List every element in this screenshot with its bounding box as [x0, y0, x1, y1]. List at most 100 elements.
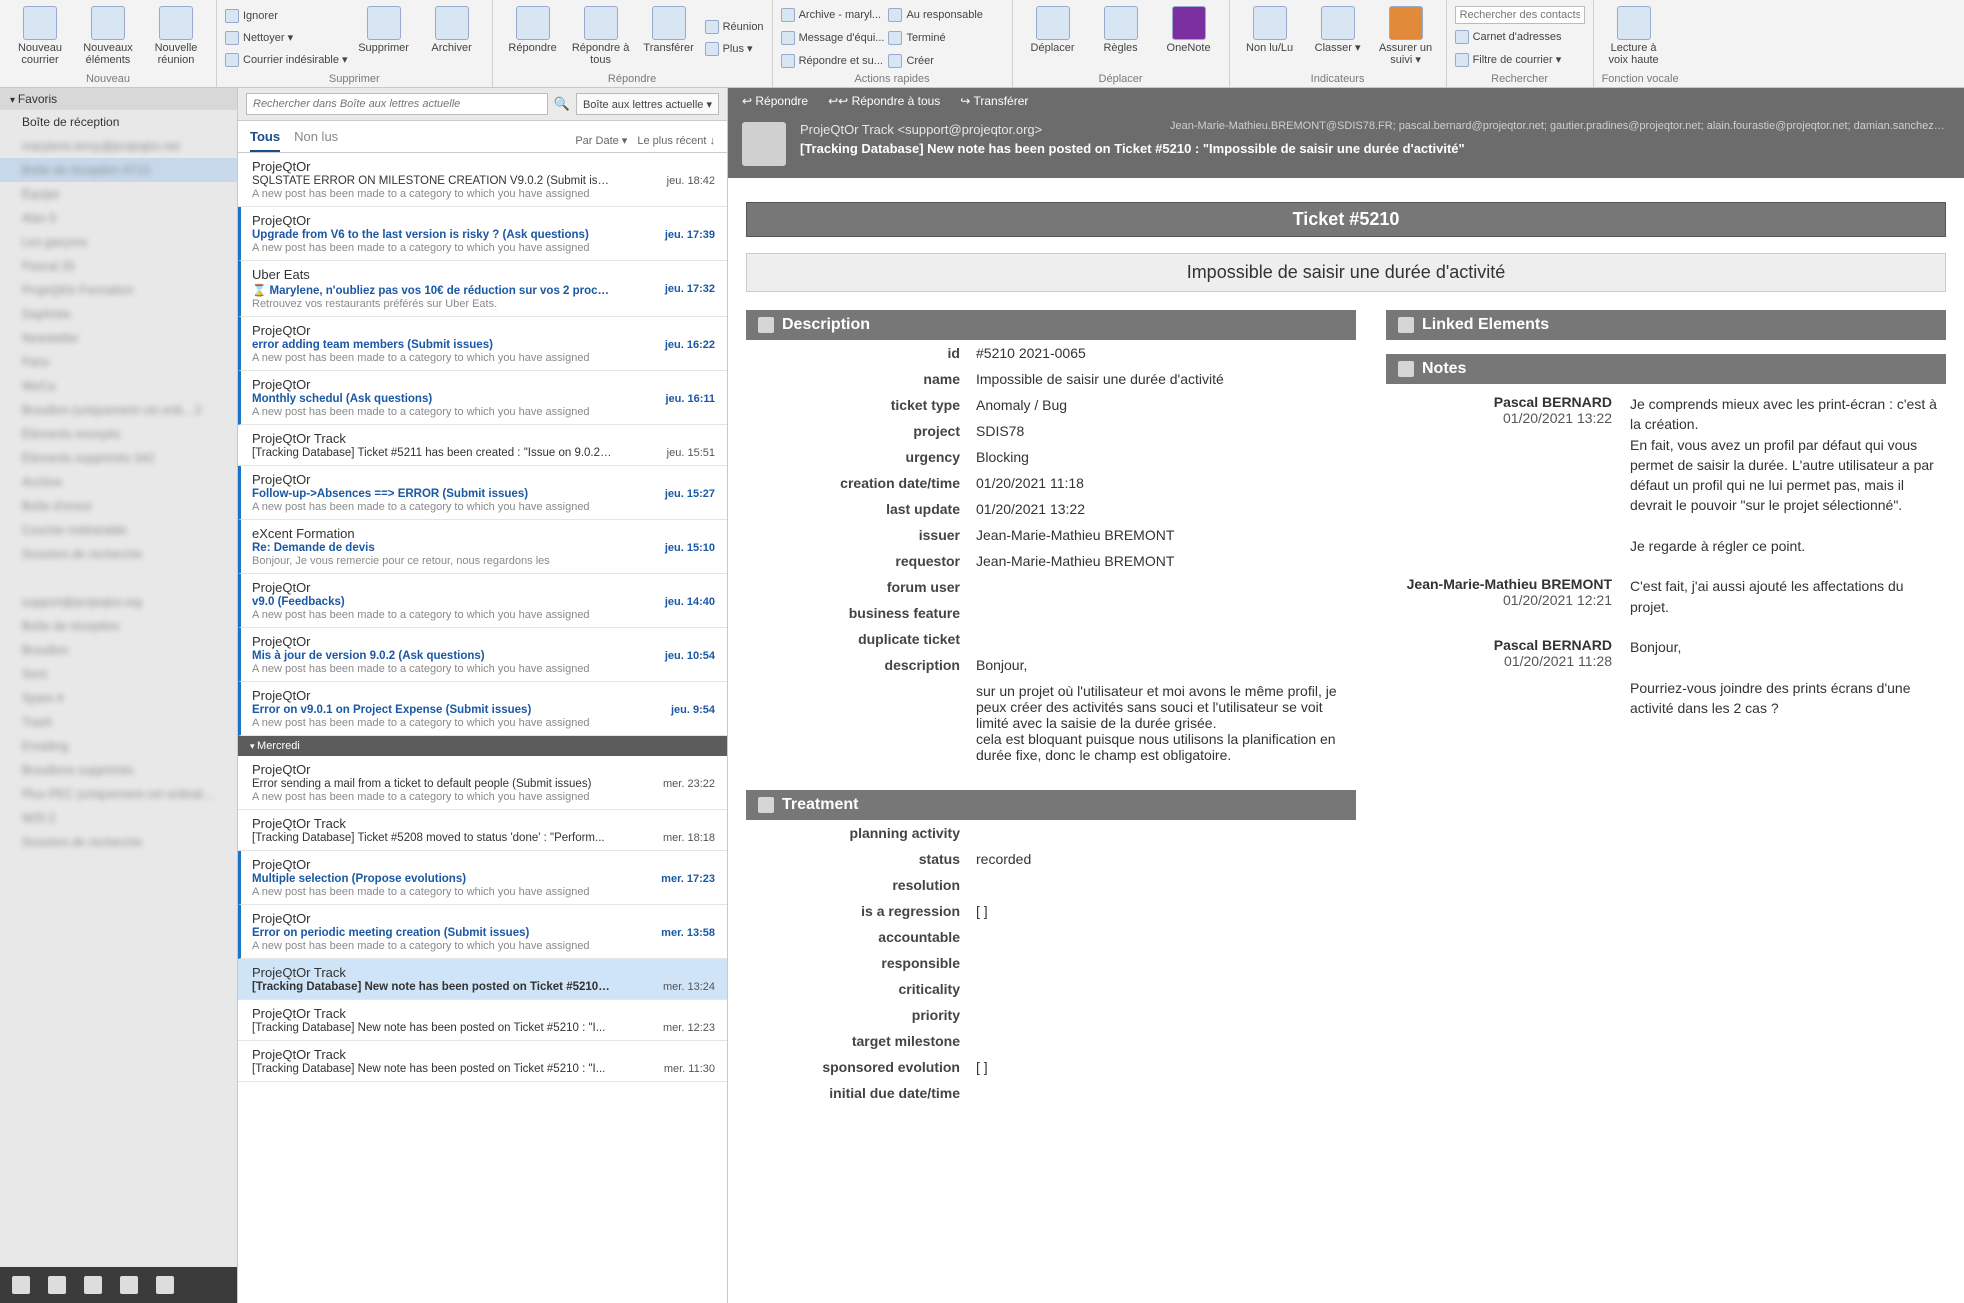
folder-item[interactable]: Courrier indésirable	[0, 518, 237, 542]
tab-all[interactable]: Tous	[250, 129, 280, 152]
folder-item[interactable]: Pascal 25	[0, 254, 237, 278]
date-header[interactable]: Mercredi	[238, 736, 727, 756]
ignore-button[interactable]: Ignorer	[225, 6, 348, 26]
delete-button[interactable]: Supprimer	[352, 4, 416, 71]
folder-item[interactable]: W/D 2	[0, 806, 237, 830]
folder-item[interactable]: Newsletter	[0, 326, 237, 350]
tasks-nav-icon[interactable]	[120, 1276, 138, 1294]
folder-item[interactable]: Plus PEC (uniquement cet ordinateur)	[0, 782, 237, 806]
folder-inbox[interactable]: Boîte de réception	[0, 110, 237, 134]
message-item[interactable]: ProjeQtOrv9.0 (Feedbacks)A new post has …	[238, 574, 727, 628]
message-item[interactable]: ProjeQtOrUpgrade from V6 to the last ver…	[238, 207, 727, 261]
folder-item[interactable]: Boîte d'envoi	[0, 494, 237, 518]
unread-button[interactable]: Non lu/Lu	[1238, 4, 1302, 71]
meeting-button[interactable]: Réunion	[705, 17, 764, 37]
message-list[interactable]: ProjeQtOrSQLSTATE ERROR ON MILESTONE CRE…	[238, 153, 727, 1303]
folder-item[interactable]: Archive	[0, 470, 237, 494]
folder-item[interactable]: Les garçons	[0, 230, 237, 254]
message-item[interactable]: ProjeQtOr Track[Tracking Database] New n…	[238, 1000, 727, 1041]
qa-resp[interactable]: Au responsable	[888, 5, 982, 25]
people-nav-icon[interactable]	[84, 1276, 102, 1294]
message-item[interactable]: ProjeQtOr Track[Tracking Database] New n…	[238, 959, 727, 1000]
folder-item[interactable]: Emailing	[0, 734, 237, 758]
folder-item[interactable]: Dossiers de recherche	[0, 830, 237, 854]
message-item[interactable]: ProjeQtOrFollow-up->Absences ==> ERROR (…	[238, 466, 727, 520]
folder-item[interactable]	[0, 566, 237, 590]
message-item[interactable]: ProjeQtOr Track[Tracking Database] Ticke…	[238, 425, 727, 466]
reading-reply-all[interactable]: ↩↩ Répondre à tous	[828, 94, 940, 108]
read-aloud-button[interactable]: Lecture à voix haute	[1602, 4, 1666, 71]
folder-item[interactable]: Spam 4	[0, 686, 237, 710]
message-item[interactable]: ProjeQtOrSQLSTATE ERROR ON MILESTONE CRE…	[238, 153, 727, 207]
followup-button[interactable]: Assurer un suivi ▾	[1374, 4, 1438, 71]
message-subject: [Tracking Database] New note has been po…	[252, 981, 612, 993]
folder-item[interactable]: Alan 5	[0, 206, 237, 230]
message-item[interactable]: Uber Eats⌛ Marylene, n'oubliez pas vos 1…	[238, 261, 727, 317]
reading-reply[interactable]: ↩ Répondre	[742, 94, 808, 108]
search-icon[interactable]: 🔍	[554, 96, 570, 112]
new-mail-button[interactable]: Nouveau courrier	[8, 4, 72, 71]
message-item[interactable]: ProjeQtOr Track[Tracking Database] Ticke…	[238, 810, 727, 851]
new-meeting-button[interactable]: Nouvelle réunion	[144, 4, 208, 71]
folder-item[interactable]: marylene.leroy@projeqtor.net	[0, 134, 237, 158]
folder-item[interactable]: support@projeqtor.org	[0, 590, 237, 614]
folder-item[interactable]: Boîte de réception	[0, 614, 237, 638]
reading-forward[interactable]: ↪ Transférer	[960, 94, 1028, 108]
folder-item[interactable]: WeCa	[0, 374, 237, 398]
more-button[interactable]: Plus ▾	[705, 39, 764, 59]
folder-item[interactable]: ProjeQtOr Formation	[0, 278, 237, 302]
message-item[interactable]: ProjeQtOr Track[Tracking Database] New n…	[238, 1041, 727, 1082]
more-nav-icon[interactable]	[156, 1276, 174, 1294]
categorize-button[interactable]: Classer ▾	[1306, 4, 1370, 71]
folder-item[interactable]: Brouillons supprimés	[0, 758, 237, 782]
folder-item[interactable]: Brouillon (uniquement cet ordi... 2	[0, 398, 237, 422]
favorites-header[interactable]: Favoris	[0, 88, 237, 110]
sort-by-button[interactable]: Par Date ▾	[575, 134, 627, 147]
forward-button[interactable]: Transférer	[637, 4, 701, 71]
folder-item[interactable]: Daphnée	[0, 302, 237, 326]
folder-item[interactable]: Trash	[0, 710, 237, 734]
folder-item[interactable]: Paris	[0, 350, 237, 374]
sort-order-button[interactable]: Le plus récent ↓	[637, 135, 715, 147]
folder-item[interactable]: Brouillon	[0, 638, 237, 662]
contact-search-input[interactable]	[1455, 6, 1585, 24]
ribbon-group-title: Indicateurs	[1238, 73, 1438, 85]
reply-button[interactable]: Répondre	[501, 4, 565, 71]
message-item[interactable]: ProjeQtOrError on v9.0.1 on Project Expe…	[238, 682, 727, 736]
move-button[interactable]: Déplacer	[1021, 4, 1085, 71]
folder-item[interactable]: Éléments supprimés 342	[0, 446, 237, 470]
qa-reply-del[interactable]: Répondre et su...	[781, 51, 885, 71]
folder-item[interactable]: Équipe	[0, 182, 237, 206]
message-item[interactable]: ProjeQtOrMis à jour de version 9.0.2 (As…	[238, 628, 727, 682]
junk-button[interactable]: Courrier indésirable ▾	[225, 50, 348, 70]
folder-item[interactable]: Sent	[0, 662, 237, 686]
mail-filter-button[interactable]: Filtre de courrier ▾	[1455, 50, 1585, 70]
folder-item[interactable]: Dossiers de recherche	[0, 542, 237, 566]
message-item[interactable]: ProjeQtOrError sending a mail from a tic…	[238, 756, 727, 810]
qa-archive[interactable]: Archive - maryl...	[781, 5, 885, 25]
folder-item[interactable]: Éléments envoyés	[0, 422, 237, 446]
archive-button[interactable]: Archiver	[420, 4, 484, 71]
new-items-button[interactable]: Nouveaux éléments	[76, 4, 140, 71]
qa-equip[interactable]: Message d'équi...	[781, 28, 885, 48]
message-item[interactable]: ProjeQtOrMonthly schedul (Ask questions)…	[238, 371, 727, 425]
field-value: #5210 2021-0065	[976, 345, 1356, 361]
calendar-nav-icon[interactable]	[48, 1276, 66, 1294]
tab-unread[interactable]: Non lus	[294, 129, 338, 152]
message-item[interactable]: ProjeQtOrMultiple selection (Propose evo…	[238, 851, 727, 905]
reply-all-button[interactable]: Répondre à tous	[569, 4, 633, 71]
qa-done[interactable]: Terminé	[888, 28, 982, 48]
onenote-button[interactable]: OneNote	[1157, 4, 1221, 71]
search-scope-dropdown[interactable]: Boîte aux lettres actuelle ▾	[576, 93, 719, 115]
qa-create[interactable]: Créer	[888, 51, 982, 71]
message-item[interactable]: ProjeQtOrError on periodic meeting creat…	[238, 905, 727, 959]
message-item[interactable]: ProjeQtOrerror adding team members (Subm…	[238, 317, 727, 371]
address-book-button[interactable]: Carnet d'adresses	[1455, 27, 1585, 47]
clean-button[interactable]: Nettoyer ▾	[225, 28, 348, 48]
search-input[interactable]	[246, 93, 548, 115]
message-item[interactable]: eXcent FormationRe: Demande de devisBonj…	[238, 520, 727, 574]
mail-nav-icon[interactable]	[12, 1276, 30, 1294]
folder-item[interactable]: Boîte de réception 4713	[0, 158, 237, 182]
recipients: Jean-Marie-Mathieu.BREMONT@SDIS78.FR; pa…	[1170, 120, 1950, 132]
rules-button[interactable]: Règles	[1089, 4, 1153, 71]
